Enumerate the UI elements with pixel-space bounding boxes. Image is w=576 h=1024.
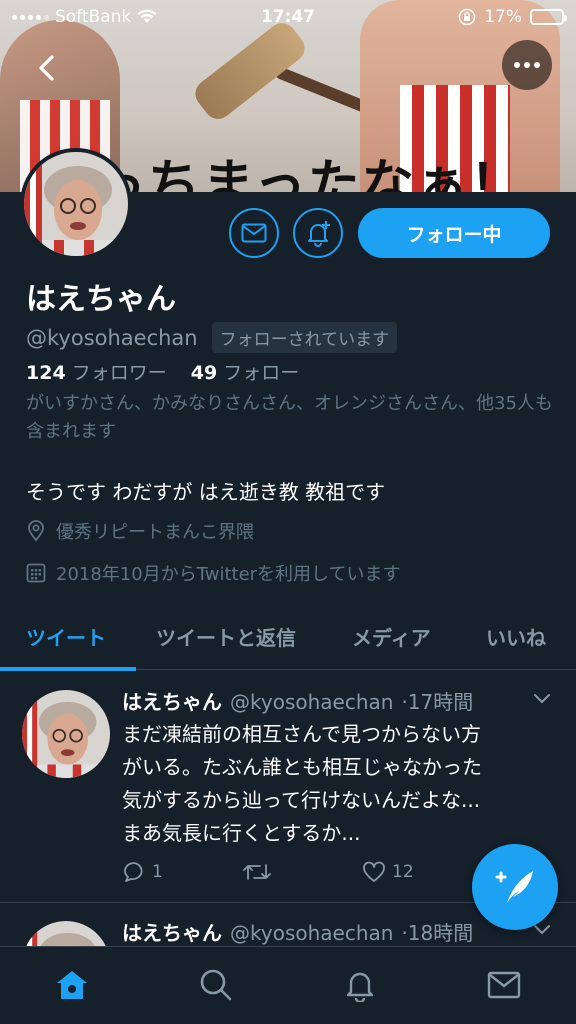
tweet-avatar[interactable] <box>22 921 110 947</box>
tweet-avatar[interactable] <box>22 690 110 778</box>
mail-icon <box>241 223 267 243</box>
tweet-author-name: はえちゃん <box>122 690 222 714</box>
search-icon <box>200 969 232 1001</box>
tweet-author-handle: @kyosohaechan <box>230 921 394 945</box>
more-dots-icon <box>514 62 540 68</box>
profile-avatar[interactable] <box>20 148 132 260</box>
compose-tweet-button[interactable] <box>472 844 558 930</box>
tab-media[interactable]: メディア <box>352 622 431 651</box>
rotation-lock-icon <box>458 8 476 26</box>
retweet-button[interactable] <box>242 861 362 883</box>
location-row: 優秀リピートまんこ界隈 <box>26 518 254 544</box>
follow-counts: 124 フォロワー 49 フォロー <box>26 358 299 385</box>
nav-notifications[interactable] <box>340 965 380 1005</box>
reply-count: 1 <box>152 862 163 882</box>
tweet-line: まだ凍結前の相互さんで見つからない方 <box>122 722 481 746</box>
followers-count[interactable]: 124 <box>26 362 66 384</box>
calendar-icon <box>26 563 46 583</box>
handle-row: @kyosohaechan フォローされています <box>26 322 398 353</box>
signal-icon <box>12 14 49 20</box>
tweet-text: まだ凍結前の相互さんで見つからない方 がいる。たぶん誰とも相互じゃなかった 気が… <box>122 718 552 850</box>
home-icon <box>57 971 87 999</box>
like-count: 12 <box>392 862 414 882</box>
notifications-toggle-button[interactable] <box>293 208 343 258</box>
bottom-navigation <box>0 946 576 1024</box>
mutual-followers-text[interactable]: がいすかさん、かみなりさんさん、オレンジさんさん、他35人も含まれます <box>26 390 556 446</box>
nav-home[interactable] <box>52 965 92 1005</box>
followers-label[interactable]: フォロワー <box>72 362 167 384</box>
chevron-down-icon[interactable] <box>532 923 552 937</box>
chevron-down-icon[interactable] <box>532 692 552 706</box>
heart-icon <box>363 861 385 882</box>
tweet-author-handle: @kyosohaechan <box>230 690 394 714</box>
tab-likes[interactable]: いいね <box>486 622 546 651</box>
following-button[interactable]: フォロー中 <box>358 208 550 258</box>
message-button[interactable] <box>229 208 279 258</box>
like-button[interactable]: 12 <box>362 861 482 883</box>
back-button[interactable] <box>28 48 68 88</box>
location-pin-icon <box>28 520 44 542</box>
tweet-line: 気がするから辿って行けないんだよな... <box>122 788 481 812</box>
tweet-time: ·17時間 <box>401 690 474 714</box>
tab-tweets[interactable]: ツイート <box>26 622 106 651</box>
battery-icon <box>530 9 567 25</box>
profile-tabs: ツイート ツイートと返信 メディア いいね <box>0 612 576 670</box>
bell-icon <box>346 972 374 1002</box>
retweet-icon <box>243 864 271 880</box>
profile-location: 優秀リピートまんこ界隈 <box>56 522 254 543</box>
nav-messages[interactable] <box>484 965 524 1005</box>
wifi-icon <box>137 9 157 23</box>
status-bar: SoftBank 17:47 17% <box>0 0 576 34</box>
profile-bio: そうです わだすが はえ逝き教 教祖です <box>26 480 386 504</box>
tweet-line: まあ気長に行くとするか... <box>122 821 361 845</box>
profile-joined: 2018年10月からTwitterを利用しています <box>56 564 401 585</box>
reply-icon <box>124 862 143 882</box>
tab-tweets-and-replies[interactable]: ツイートと返信 <box>156 622 296 651</box>
tweet-author-name: はえちゃん <box>122 921 222 945</box>
nav-search[interactable] <box>196 965 236 1005</box>
chevron-left-icon <box>39 55 54 81</box>
following-label[interactable]: フォロー <box>223 362 299 384</box>
carrier-label: SoftBank <box>55 7 132 27</box>
tweet-line: がいる。たぶん誰とも相互じゃなかった <box>122 755 482 779</box>
joined-row: 2018年10月からTwitterを利用しています <box>26 560 401 586</box>
tweet-header: はえちゃん @kyosohaechan ·17時間 <box>122 686 473 715</box>
status-time: 17:47 <box>260 7 316 27</box>
battery-percent: 17% <box>484 7 522 27</box>
follows-you-badge: フォローされています <box>211 322 398 353</box>
following-count[interactable]: 49 <box>191 362 217 384</box>
mail-icon <box>487 971 521 999</box>
more-options-button[interactable] <box>502 40 552 90</box>
profile-handle: @kyosohaechan <box>26 325 198 350</box>
tweet-avatar-image <box>22 690 110 778</box>
tweet-header: はえちゃん @kyosohaechan ·18時間 <box>122 917 473 946</box>
reply-button[interactable]: 1 <box>122 860 242 884</box>
compose-feather-icon <box>495 871 533 903</box>
active-tab-indicator <box>0 667 136 671</box>
tweet-time: ·18時間 <box>401 921 474 945</box>
profile-name: はえちゃん <box>26 282 176 317</box>
tweet-avatar-image <box>22 921 110 947</box>
bell-plus-icon <box>308 221 330 247</box>
avatar-image <box>24 152 128 256</box>
